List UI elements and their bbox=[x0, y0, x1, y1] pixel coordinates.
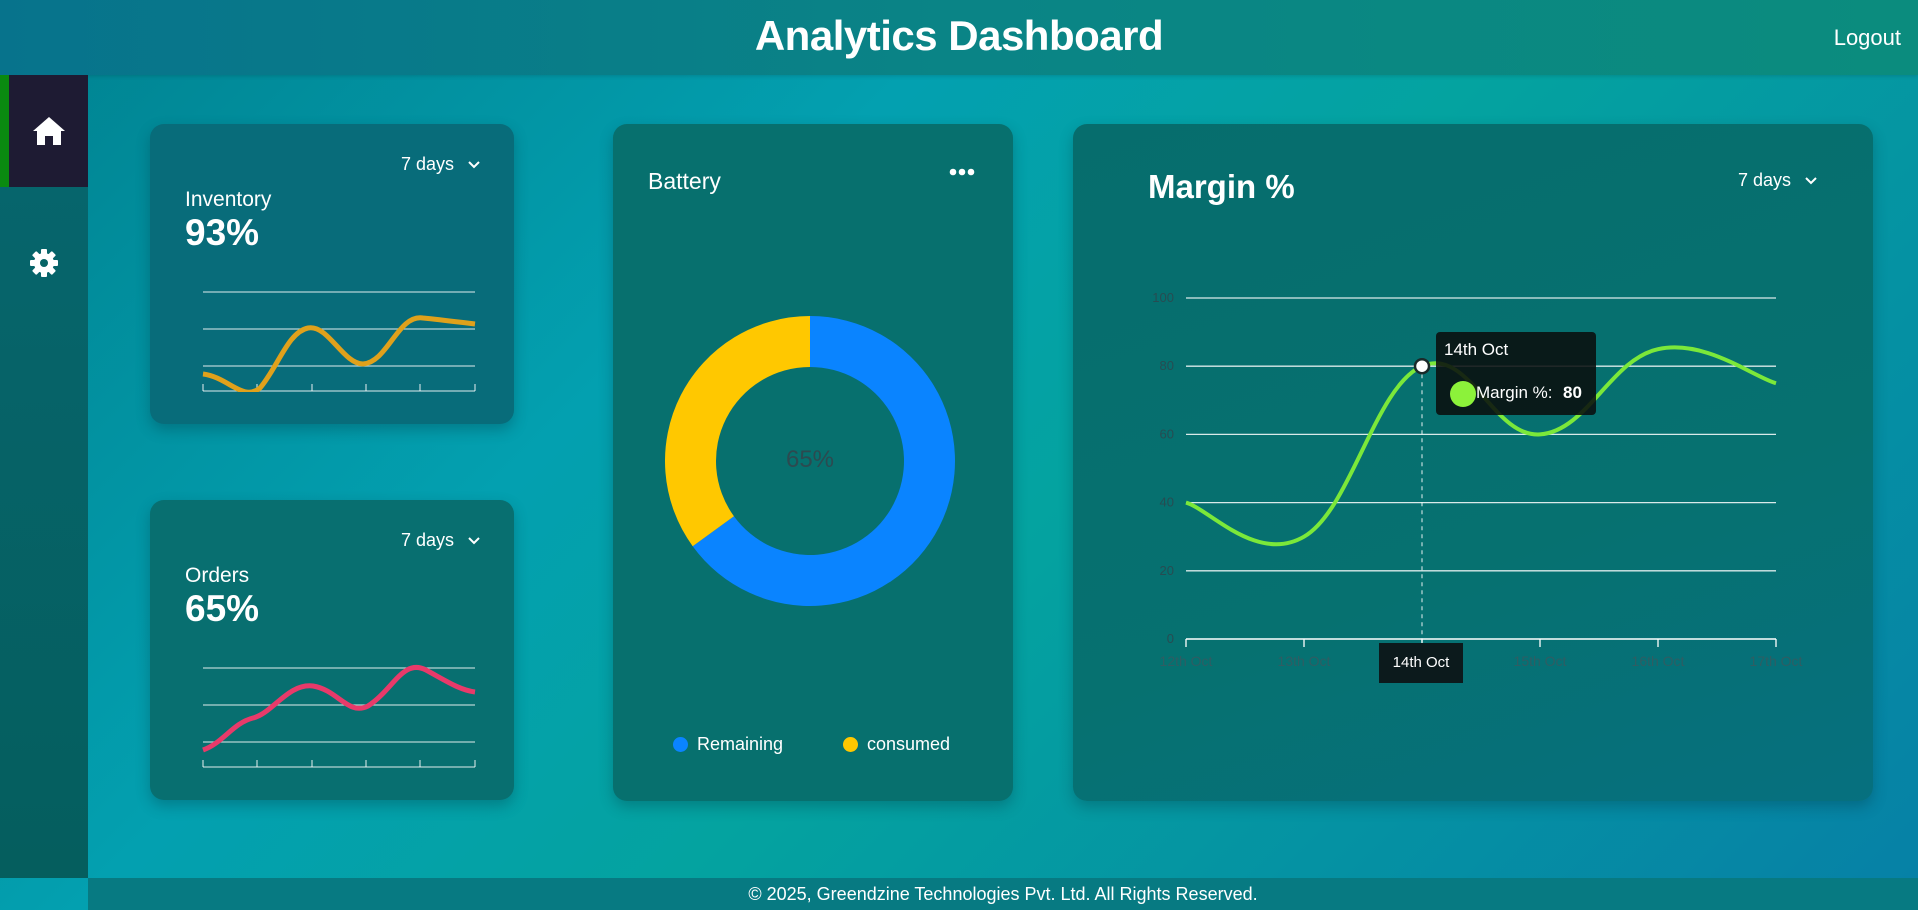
kpi-value: 65% bbox=[185, 588, 260, 629]
legend-swatch bbox=[843, 737, 858, 752]
y-tick-label: 100 bbox=[1152, 290, 1174, 305]
kpi-label: Orders bbox=[185, 564, 250, 587]
y-tick-label: 0 bbox=[1167, 631, 1174, 646]
y-tick-label: 40 bbox=[1160, 495, 1174, 510]
inventory-sparkline bbox=[202, 291, 476, 392]
inventory-range-select[interactable]: 7 days bbox=[401, 154, 480, 175]
sidebar-item-home[interactable] bbox=[0, 75, 88, 187]
donut-center-value: 65% bbox=[785, 446, 835, 473]
chevron-down-icon bbox=[468, 160, 480, 168]
legend-item-consumed[interactable]: consumed bbox=[843, 734, 950, 755]
footer: © 2025, Greendzine Technologies Pvt. Ltd… bbox=[88, 878, 1918, 910]
tooltip-value: 80 bbox=[1563, 383, 1582, 402]
more-options-icon[interactable] bbox=[949, 168, 975, 176]
chart-tooltip: 14th Oct Margin %: 80 bbox=[1436, 332, 1596, 415]
battery-card: Battery 65% Remaining consumed bbox=[613, 124, 1013, 801]
battery-title: Battery bbox=[648, 168, 721, 194]
orders-card: 7 days Orders 65% bbox=[150, 500, 514, 800]
legend-swatch bbox=[673, 737, 688, 752]
y-tick-label: 60 bbox=[1160, 426, 1174, 441]
x-tick-label: 13th Oct bbox=[1278, 653, 1331, 669]
legend-label: consumed bbox=[867, 734, 951, 754]
chevron-down-icon bbox=[468, 536, 480, 544]
sidebar-item-settings[interactable] bbox=[0, 225, 88, 301]
home-icon bbox=[32, 117, 65, 145]
tooltip-title: 14th Oct bbox=[1444, 340, 1509, 359]
margin-line-chart: 0 20 40 60 80 100 12th Oct 13th Oct 14th Oct 15th… bbox=[1152, 290, 1803, 669]
kpi-label: Inventory bbox=[185, 188, 272, 211]
gear-icon bbox=[30, 249, 58, 277]
y-tick-label: 80 bbox=[1160, 358, 1174, 373]
highlight-point[interactable] bbox=[1413, 357, 1431, 375]
x-tick-label: 17th Oct bbox=[1750, 653, 1803, 669]
range-label: 7 days bbox=[400, 154, 454, 174]
sidebar bbox=[0, 75, 88, 878]
page-title: Analytics Dashboard bbox=[754, 12, 1164, 59]
tooltip-swatch bbox=[1450, 381, 1476, 407]
x-tick-label: 12th Oct bbox=[1160, 653, 1213, 669]
app-header: Analytics Dashboard Logout bbox=[0, 0, 1918, 75]
legend-item-remaining[interactable]: Remaining bbox=[673, 734, 783, 755]
y-tick-label: 20 bbox=[1160, 563, 1174, 578]
range-label: 7 days bbox=[400, 530, 454, 550]
orders-sparkline bbox=[202, 665, 476, 768]
x-tick-label: 16th Oct bbox=[1632, 653, 1685, 669]
donut-slice-consumed[interactable] bbox=[665, 316, 810, 547]
legend-label: Remaining bbox=[697, 734, 784, 754]
orders-range-select[interactable]: 7 days bbox=[401, 530, 480, 551]
x-tick-label: 15th Oct bbox=[1514, 653, 1567, 669]
kpi-value: 93% bbox=[185, 212, 260, 253]
margin-card: Margin % 7 days 0 20 40 60 80 100 12th Oct 13th… bbox=[1073, 124, 1873, 801]
x-axis-tooltip: 14th Oct bbox=[1379, 643, 1463, 683]
tooltip-series-label: Margin %: bbox=[1476, 383, 1553, 402]
logout-button[interactable]: Logout bbox=[1834, 25, 1901, 51]
inventory-card: 7 days Inventory 93% bbox=[150, 124, 514, 424]
